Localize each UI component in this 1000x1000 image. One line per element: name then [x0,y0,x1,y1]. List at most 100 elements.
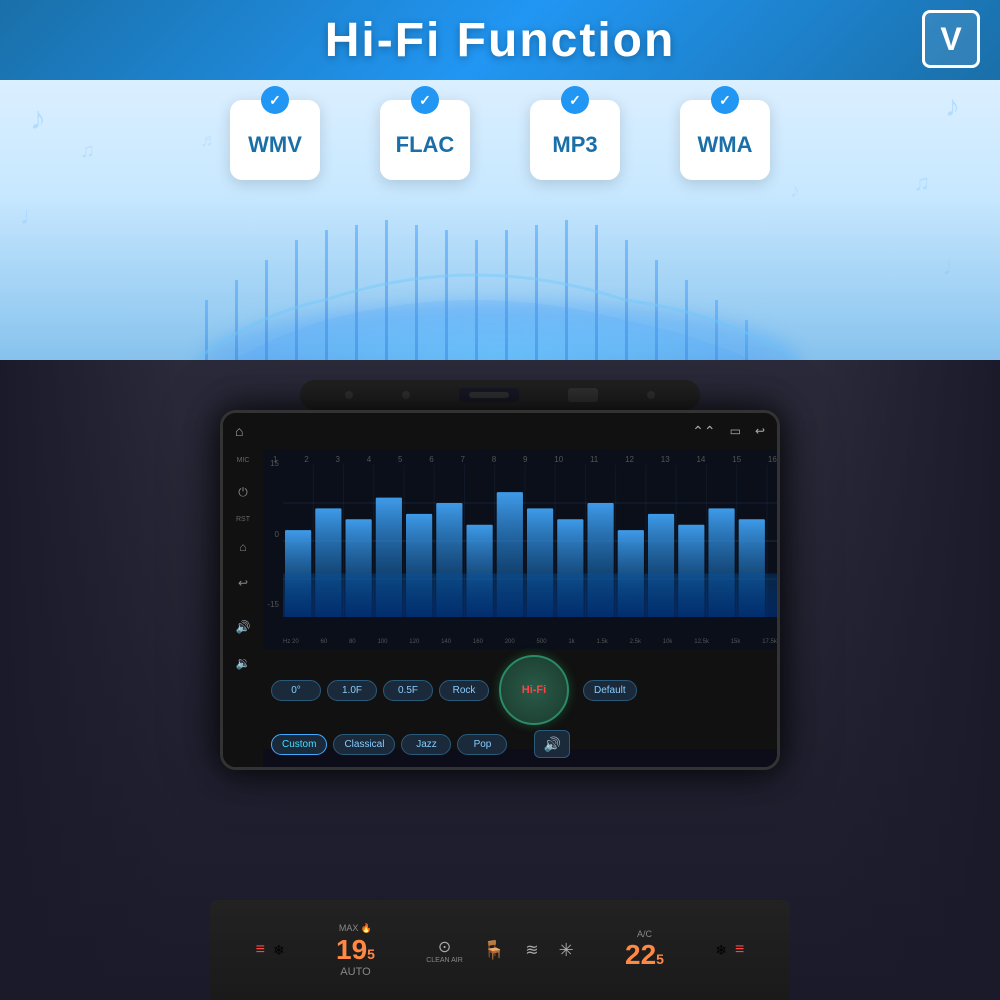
eq-top-13: 13 [661,455,670,464]
vent-dot-2 [402,391,410,399]
eq-y-neg15: -15 [263,600,279,609]
eq-bars-svg [283,465,777,617]
control-row-2: Custom Classical Jazz Pop 🔊 [271,730,769,758]
right-temp-display: 225 [625,939,664,971]
fan-speed-control: ✳ [559,940,574,961]
eq-x-60: 60 [320,639,327,645]
left-heat-controls: ≡ ❄ [256,941,285,959]
speaker-icon[interactable]: 🔊 [534,730,570,758]
fan-left-icon[interactable]: ❄ [273,942,285,959]
eq-x-2.5k: 2.5k [630,639,641,645]
home-side-icon[interactable]: ⌂ [231,535,255,559]
eq-top-8: 8 [492,455,496,464]
ac-panel: ≡ ❄ MAX 🔥 195 AUTO ⊙ CLEAN AIR 🪑 ≋ ✳ A/C… [210,900,790,1000]
btn-rock[interactable]: Rock [439,680,489,701]
screen-content: ⌂ ⌃⌃ ▭ ↩ MIC ⏻ RST ⌂ ↩ 🔊 🔉 [223,413,777,767]
vent-right-piece [568,388,598,402]
eq-x-10k: 10k [663,639,673,645]
clean-air-label: CLEAN AIR [426,957,463,964]
auto-label: AUTO [340,966,370,978]
volume-down-icon[interactable]: 🔉 [231,651,255,675]
left-temp-sub: 5 [367,946,375,962]
right-temp-sub: 5 [656,951,664,967]
car-dashboard-area: ⌂ ⌃⌃ ▭ ↩ MIC ⏻ RST ⌂ ↩ 🔊 🔉 [0,360,1000,1000]
eq-x-12.5k: 12.5k [694,639,709,645]
speaker-area: 🔊 [517,730,587,758]
btn-0.5f[interactable]: 0.5F [383,680,433,701]
eq-x-120: 120 [409,639,419,645]
right-heat-controls: ❄ ≡ [715,941,744,959]
format-badge-wmv: ✓ WMV [230,100,320,180]
badge-box-wma: ✓ WMA [680,100,770,180]
eq-top-6: 6 [429,455,433,464]
eq-top-2: 2 [304,455,308,464]
ac-center-icons: ⊙ CLEAN AIR [426,937,463,964]
volume-up-icon[interactable]: 🔊 [231,615,255,639]
eq-top-16: 16 [768,455,777,464]
eq-top-12: 12 [625,455,634,464]
music-note-3: ♩ [20,200,46,231]
eq-x-200: 200 [505,639,515,645]
fan-right-icon[interactable]: ❄ [715,942,727,959]
btn-jazz[interactable]: Jazz [401,734,451,755]
left-temp-display: 195 [336,934,375,966]
eq-top-14: 14 [696,455,705,464]
window-icon[interactable]: ▭ [730,424,741,438]
eq-y-labels: 15 0 -15 [263,459,281,609]
eq-x-17.5k: 17.5k [762,639,777,645]
btn-classical[interactable]: Classical [333,734,395,755]
seat-icon[interactable]: 🪑 [483,940,505,961]
check-icon-mp3: ✓ [561,86,589,114]
power-icon[interactable]: ⏻ [231,480,255,504]
hifi-area: Hi-Fi [499,655,573,725]
eq-top-5: 5 [398,455,402,464]
music-note-8: ♪ [790,180,800,203]
ac-fan-icon[interactable]: ⊙ [438,937,451,957]
format-badges: ✓ WMV ✓ FLAC ✓ MP3 ✓ WMA [0,100,1000,180]
heat-right-icon[interactable]: ≡ [735,941,744,959]
eq-top-3: 3 [336,455,340,464]
badge-label-wma: WMA [698,132,753,158]
btn-custom[interactable]: Custom [271,734,327,755]
eq-x-hz: Hz 20 [283,639,299,645]
eq-display: 15 0 -15 1 2 3 4 5 6 7 8 9 10 [263,449,777,649]
control-row-1: 0° 1.0F 0.5F Rock Hi-Fi Default [271,655,769,725]
format-badge-flac: ✓ FLAC [380,100,470,180]
home-icon[interactable]: ⌂ [235,423,243,439]
max-label: MAX 🔥 [339,923,372,934]
screen-left-panel: MIC ⏻ RST ⌂ ↩ 🔊 🔉 [223,449,263,767]
mic-label: MIC [237,457,250,464]
check-icon-flac: ✓ [411,86,439,114]
back-icon[interactable]: ↩ [755,424,765,438]
heat-left-icon[interactable]: ≡ [256,941,265,959]
rst-label: RST [236,516,250,523]
chevron-up-icon[interactable]: ⌃⌃ [692,423,715,440]
btn-default[interactable]: Default [583,680,637,701]
eq-top-15: 15 [732,455,741,464]
eq-x-80: 80 [349,639,356,645]
music-note-6: ♩ [942,250,970,282]
ac-wind-icon[interactable]: ≋ [525,940,538,960]
badge-box-flac: ✓ FLAC [380,100,470,180]
badge-box-wmv: ✓ WMV [230,100,320,180]
vent-dot-3 [647,391,655,399]
ac-indicator: A/C [637,929,652,939]
control-area: 0° 1.0F 0.5F Rock Hi-Fi Default Custom C… [263,649,777,749]
eq-x-1.5k: 1.5k [596,639,607,645]
fan-icon[interactable]: ✳ [559,940,574,961]
check-icon-wmv: ✓ [261,86,289,114]
back-side-icon[interactable]: ↩ [231,571,255,595]
hifi-circle[interactable]: Hi-Fi [499,655,569,725]
badge-label-flac: FLAC [396,132,455,158]
seat-right [820,360,1000,1000]
eq-x-15k: 15k [731,639,741,645]
btn-1.0f[interactable]: 1.0F [327,680,377,701]
eq-x-140: 140 [441,639,451,645]
btn-0deg[interactable]: 0° [271,680,321,701]
eq-x-500: 500 [537,639,547,645]
eq-x-160: 160 [473,639,483,645]
vent-dot-1 [345,391,353,399]
brand-logo: V [922,10,980,68]
btn-pop[interactable]: Pop [457,734,507,755]
badge-box-mp3: ✓ MP3 [530,100,620,180]
